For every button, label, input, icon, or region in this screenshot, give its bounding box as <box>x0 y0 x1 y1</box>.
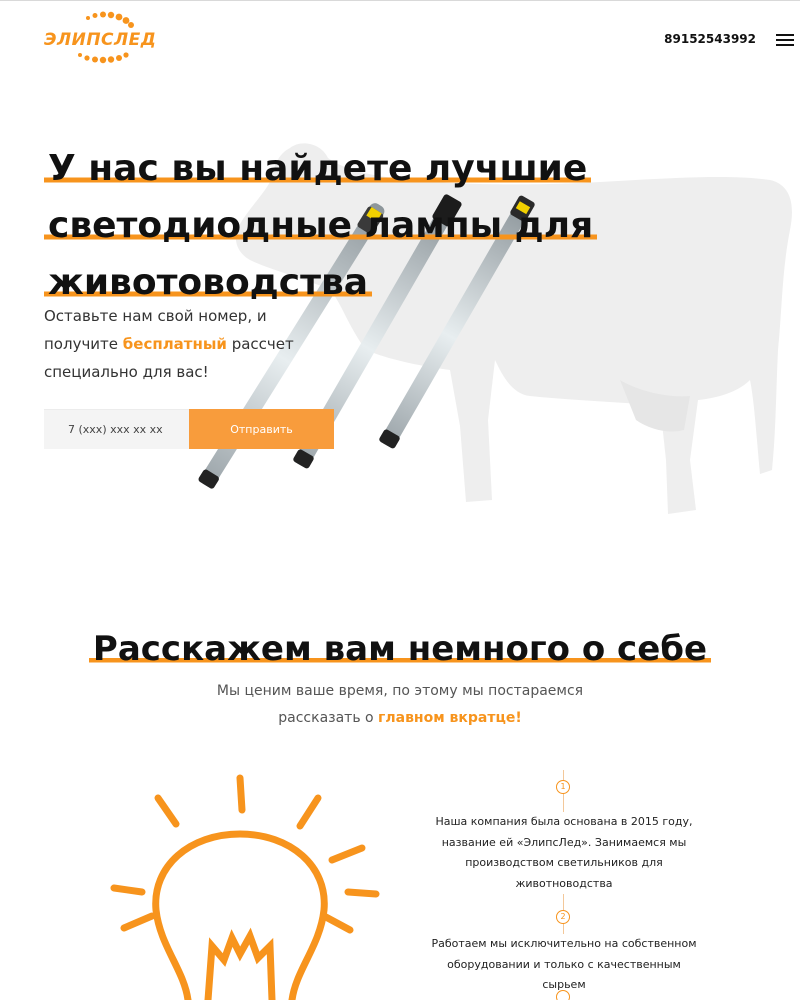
phone-input[interactable] <box>44 409 189 449</box>
logo-text: ЭЛИПСЛЕД <box>44 30 157 50</box>
hero-subtitle-accent: бесплатный <box>122 335 227 353</box>
hamburger-icon[interactable] <box>776 34 794 46</box>
lightbulb-icon <box>110 774 380 1000</box>
step-3-badge <box>556 990 570 1000</box>
step-1-text: Наша компания была основана в 2015 году,… <box>426 812 702 894</box>
hero-subtitle: Оставьте нам свой номер, и получите бесп… <box>44 302 344 386</box>
submit-button[interactable]: Отправить <box>189 409 334 449</box>
about-subtitle-accent: главном вкратце! <box>378 710 522 726</box>
hero-title: У нас вы найдете лучшие светодиодные лам… <box>44 140 604 311</box>
step-2-text: Работаем мы исключительно на собственном… <box>426 934 702 996</box>
about-subtitle-part2: рассказать о <box>278 710 379 726</box>
logo[interactable]: ЭЛИПСЛЕД <box>40 10 160 68</box>
about-title: Расскажем вам немного о себе <box>0 622 800 676</box>
header-phone[interactable]: 89152543992 <box>664 32 756 46</box>
hero-title-line2: светодиодные лампы для <box>44 205 598 246</box>
hero-title-line3: животоводства <box>44 262 373 303</box>
step-1-badge: 1 <box>556 780 570 794</box>
step-2-badge: 2 <box>556 910 570 924</box>
about-subtitle: Мы ценим ваше время, по этому мы постара… <box>0 678 800 732</box>
callback-form: Отправить <box>44 409 334 449</box>
about-subtitle-part1: Мы ценим ваше время, по этому мы постара… <box>216 683 584 699</box>
about-title-text: Расскажем вам немного о себе <box>88 629 712 669</box>
top-divider <box>0 0 800 1</box>
hero-title-line1: У нас вы найдете лучшие <box>44 148 592 189</box>
